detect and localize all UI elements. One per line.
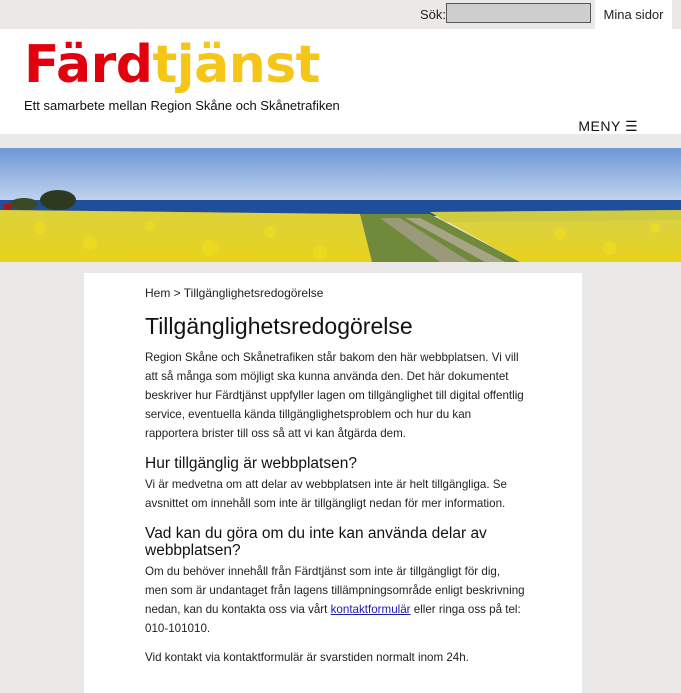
contact-form-link[interactable]: kontaktformulär (331, 603, 411, 616)
main-content: Hem > Tillgänglighetsredogörelse Tillgän… (145, 285, 525, 667)
menu-button[interactable]: MENY ☰ (578, 118, 638, 135)
search-label: Sök: (420, 7, 447, 22)
section-text-what-to-do: Om du behöver innehåll från Färdtjänst s… (145, 562, 525, 638)
section-text-accessibility: Vi är medvetna om att delar av webbplats… (145, 478, 507, 510)
logo-part-fard: Färd (24, 35, 153, 95)
logo-part-tjanst: tjänst (152, 35, 321, 95)
section-heading-what-to-do: Vad kan du göra om du inte kan använda d… (145, 525, 487, 559)
search-input[interactable] (446, 3, 591, 23)
site-logo[interactable]: Färdtjänst (24, 34, 321, 96)
intro-paragraph: Region Skåne och Skånetrafiken står bako… (145, 351, 524, 440)
content-card: Hem > Tillgänglighetsredogörelse Tillgän… (84, 273, 582, 693)
site-header: Färdtjänst Ett samarbete mellan Region S… (0, 29, 681, 134)
hero-image (0, 148, 681, 262)
my-pages-button[interactable]: Mina sidor (595, 0, 672, 29)
top-bar: Sök: Mina sidor (0, 0, 681, 29)
rapeseed-field-landscape-image (0, 148, 681, 262)
site-tagline: Ett samarbete mellan Region Skåne och Sk… (24, 98, 340, 113)
breadcrumb[interactable]: Hem > Tillgänglighetsredogörelse (145, 285, 525, 301)
response-time-text: Vid kontakt via kontaktformulär är svars… (145, 651, 469, 664)
section-heading-accessibility: Hur tillgänglig är webbplatsen? (145, 455, 357, 472)
page-title: Tillgänglighetsredogörelse (145, 313, 413, 339)
